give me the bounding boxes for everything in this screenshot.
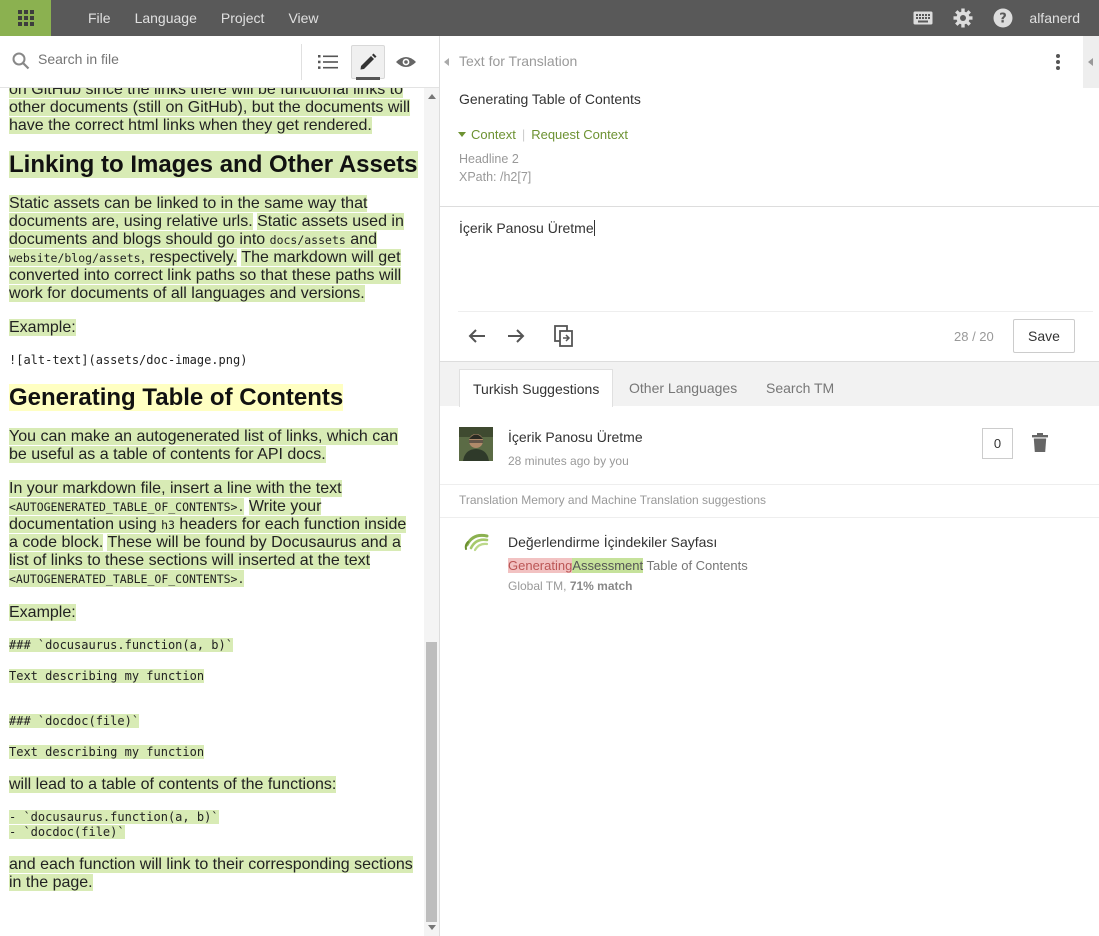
copy-source-icon <box>554 325 573 347</box>
tab-other-languages[interactable]: Other Languages <box>616 369 750 407</box>
doc-paragraph[interactable]: will lead to a table of contents of the … <box>9 776 419 794</box>
tm-section-header: Translation Memory and Machine Translati… <box>459 493 767 507</box>
arrow-left-icon <box>468 329 485 343</box>
scroll-up-icon[interactable] <box>428 94 436 99</box>
source-string: Generating Table of Contents <box>459 91 641 107</box>
document-toolbar <box>0 36 439 88</box>
menu-language[interactable]: Language <box>123 10 209 26</box>
top-bar: File Language Project View ? alfanerd <box>0 0 1099 36</box>
search-icon <box>12 52 30 74</box>
menu-view[interactable]: View <box>276 10 330 26</box>
tm-source-diff: GeneratingAssessment Table of Contents <box>508 558 748 573</box>
context-toggle-icon[interactable] <box>458 132 466 137</box>
suggestion-text[interactable]: İçerik Panosu Üretme <box>508 429 643 445</box>
eye-icon <box>396 57 416 67</box>
preview-mode-button[interactable] <box>389 45 423 79</box>
doc-paragraph[interactable]: Example: <box>9 604 419 622</box>
doc-code-block[interactable]: - `docusaurus.function(a, b)` - `docdoc(… <box>9 810 424 840</box>
more-options-icon[interactable] <box>1052 52 1064 72</box>
context-headline: Headline 2 <box>459 152 519 166</box>
document-scrollbar[interactable] <box>424 88 439 936</box>
list-view-button[interactable] <box>311 45 345 79</box>
tm-suggestion-text[interactable]: Değerlendirme İçindekiler Sayfası <box>508 534 717 550</box>
collapse-left-icon[interactable] <box>444 58 449 66</box>
doc-code-block[interactable]: Text describing my function <box>9 669 424 684</box>
request-context-link[interactable]: Request Context <box>531 127 628 142</box>
menu-project[interactable]: Project <box>209 10 277 26</box>
delete-suggestion-icon[interactable] <box>1032 433 1048 456</box>
context-toggle[interactable]: Context <box>471 127 516 142</box>
list-icon <box>318 55 338 69</box>
translation-input[interactable]: İçerik Panosu Üretme <box>459 220 595 236</box>
save-button[interactable]: Save <box>1013 319 1075 353</box>
svg-text:?: ? <box>1000 12 1008 27</box>
doc-paragraph[interactable]: In your markdown file, insert a line wit… <box>9 480 419 588</box>
keyboard-icon[interactable] <box>903 0 943 36</box>
pencil-icon <box>360 53 377 70</box>
settings-gear-icon[interactable] <box>943 0 983 36</box>
main-menu: File Language Project View <box>76 10 331 26</box>
menu-file[interactable]: File <box>76 10 123 26</box>
tab-search-tm[interactable]: Search TM <box>753 369 847 407</box>
global-tm-logo-icon <box>463 533 489 557</box>
doc-paragraph[interactable]: and each function will link to their cor… <box>9 856 419 892</box>
context-row: Context | Request Context <box>458 127 628 142</box>
doc-paragraph[interactable]: on GitHub since the links there will be … <box>9 88 419 135</box>
previous-string-button[interactable] <box>464 325 490 347</box>
search-input[interactable] <box>38 51 288 67</box>
suggestions-tabs: Turkish Suggestions Other Languages Sear… <box>440 361 1099 407</box>
user-name[interactable]: alfanerd <box>1023 10 1099 26</box>
doc-code-block[interactable]: ### `docusaurus.function(a, b)` <box>9 638 424 653</box>
doc-code-block: ![alt-text](assets/doc-image.png) <box>9 353 248 367</box>
suggestion-meta: 28 minutes ago by you <box>508 454 629 468</box>
panel-title: Text for Translation <box>459 53 578 69</box>
tab-turkish-suggestions[interactable]: Turkish Suggestions <box>459 369 614 407</box>
doc-code-block[interactable]: ### `docdoc(file)` <box>9 714 424 729</box>
help-icon[interactable]: ? <box>983 0 1023 36</box>
tm-match-meta: Global TM, 71% match <box>508 579 633 593</box>
character-counter: 28 / 20 <box>954 329 994 344</box>
vote-count[interactable]: 0 <box>982 428 1013 459</box>
doc-heading-active[interactable]: Generating Table of Contents <box>9 384 419 412</box>
next-string-button[interactable] <box>503 325 529 347</box>
copy-source-button[interactable] <box>551 325 577 347</box>
apps-grid-icon[interactable] <box>0 0 51 36</box>
collapse-right-icon[interactable] <box>1083 36 1099 88</box>
editor-panel: Text for Translation Generating Table of… <box>440 36 1099 936</box>
toolbar-divider <box>301 44 302 80</box>
context-xpath: XPath: /h2[7] <box>459 170 532 184</box>
doc-paragraph[interactable]: You can make an autogenerated list of li… <box>9 428 419 464</box>
scroll-down-icon[interactable] <box>428 925 436 930</box>
edit-mode-button[interactable] <box>351 45 385 80</box>
doc-paragraph[interactable]: Static assets can be linked to in the sa… <box>9 195 419 303</box>
scroll-thumb[interactable] <box>426 642 437 922</box>
doc-heading[interactable]: Linking to Images and Other Assets <box>9 151 419 179</box>
arrow-right-icon <box>508 329 525 343</box>
doc-code-block[interactable]: Text describing my function <box>9 745 424 760</box>
avatar <box>459 427 493 461</box>
document-panel: on GitHub since the links there will be … <box>0 36 440 936</box>
document-content: on GitHub since the links there will be … <box>0 88 424 930</box>
doc-paragraph[interactable]: Example: <box>9 319 419 337</box>
